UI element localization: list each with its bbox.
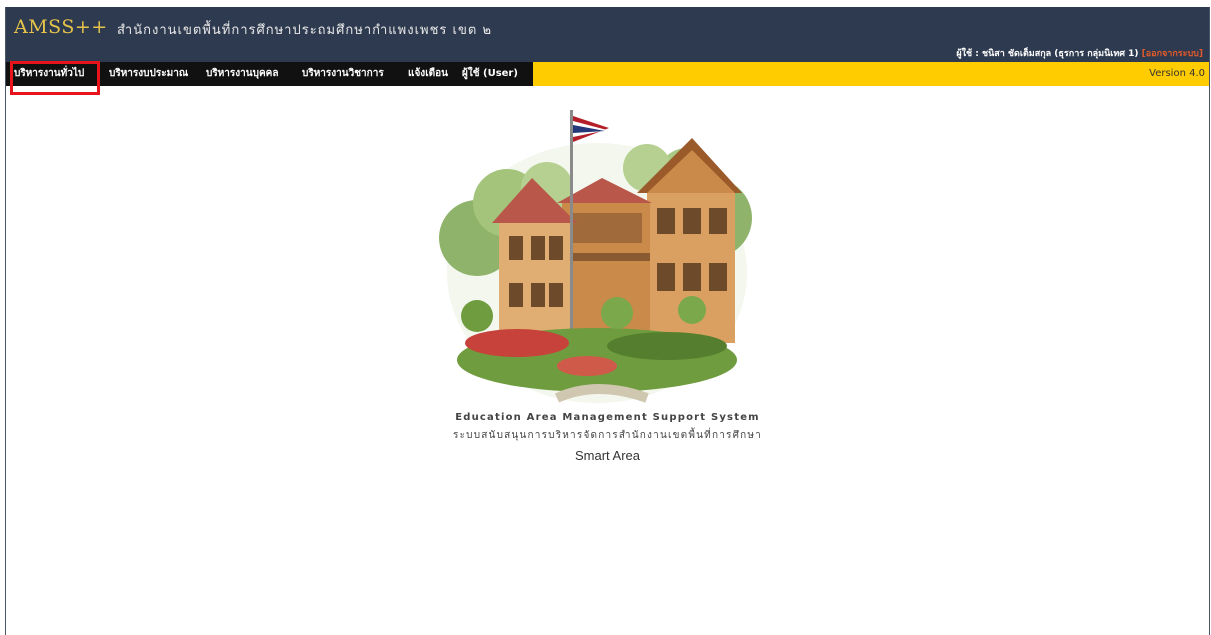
header: AMSS++ สำนักงานเขตพื้นที่การศึกษาประถมศึ… (6, 7, 1209, 62)
menu-item-academic[interactable]: บริหารงานวิชาการ (302, 62, 384, 86)
active-menu-highlight (10, 61, 100, 95)
school-building-illustration (439, 110, 752, 403)
version-label: Version 4.0 (1149, 68, 1205, 79)
caption-english: Education Area Management Support System (455, 412, 760, 423)
menu-item-personnel[interactable]: บริหารงานบุคคล (206, 62, 279, 86)
organization-name: สำนักงานเขตพื้นที่การศึกษาประถมศึกษากำแพ… (117, 23, 493, 38)
app-frame: AMSS++ สำนักงานเขตพื้นที่การศึกษาประถมศึ… (5, 7, 1210, 635)
brand-logo[interactable]: AMSS++ (14, 16, 108, 38)
menu-bar: บริหารงานทั่วไป บริหารงบประมาณ บริหารงาน… (6, 62, 1209, 86)
logout-link[interactable]: [ออกจากระบบ] (1142, 49, 1203, 59)
user-label: ผู้ใช้ : ชนิสา ชัดเต็มสกุล (ธุรการ กลุ่ม… (956, 49, 1139, 59)
tagline: Smart Area (574, 448, 641, 463)
menu-item-user[interactable]: ผู้ใช้ (User) (462, 62, 518, 86)
menu-item-budget[interactable]: บริหารงบประมาณ (109, 62, 188, 86)
user-info: ผู้ใช้ : ชนิสา ชัดเต็มสกุล (ธุรการ กลุ่ม… (956, 46, 1203, 60)
caption-thai: ระบบสนับสนุนการบริหารจัดการสำนักงานเขตพื… (453, 430, 762, 441)
menu-item-notifications[interactable]: แจ้งเตือน (408, 62, 448, 86)
